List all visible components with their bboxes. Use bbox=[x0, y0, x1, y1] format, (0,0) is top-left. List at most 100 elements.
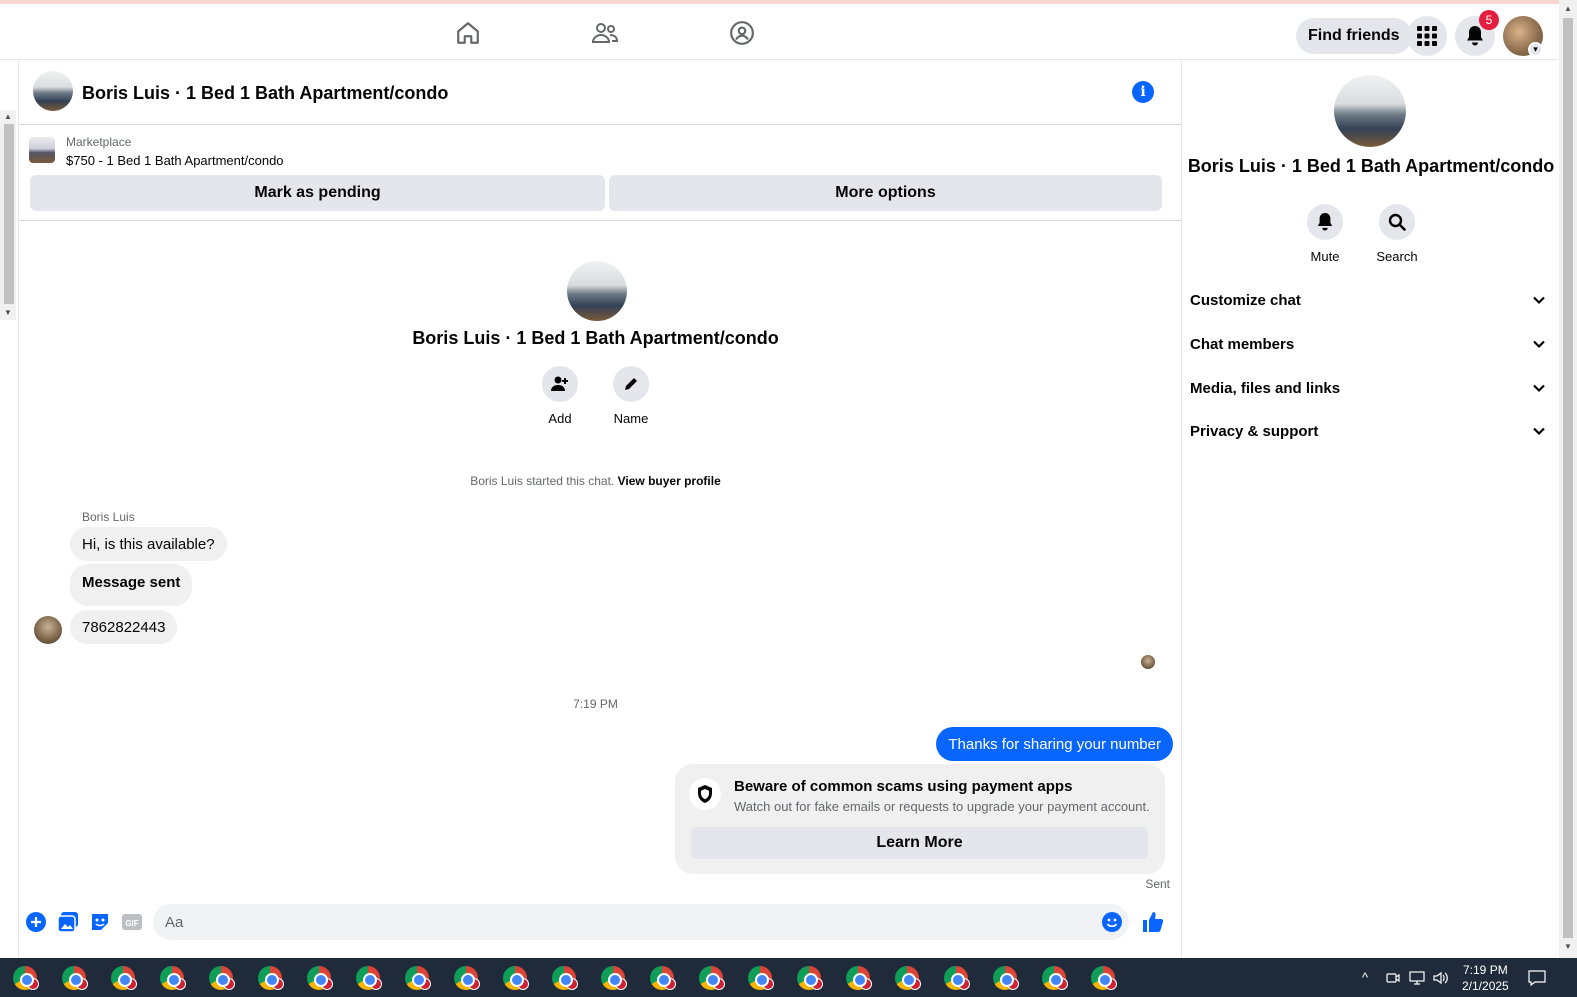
chat-header: Boris Luis · 1 Bed 1 Bath Apartment/cond… bbox=[19, 61, 1181, 125]
photo-icon[interactable] bbox=[57, 911, 79, 933]
chrome-icon[interactable] bbox=[748, 966, 774, 990]
chat-members-section[interactable]: Chat members bbox=[1190, 324, 1546, 364]
chrome-icon[interactable] bbox=[405, 966, 431, 990]
system-clock[interactable]: 7:19 PM 2/1/2025 bbox=[1462, 962, 1509, 994]
chrome-icon[interactable] bbox=[356, 966, 382, 990]
message-composer: GIF bbox=[19, 901, 1181, 951]
chrome-icon[interactable] bbox=[209, 966, 235, 990]
add-member-button[interactable]: Add bbox=[520, 366, 600, 426]
customize-chat-section[interactable]: Customize chat bbox=[1190, 280, 1546, 320]
scroll-up-icon[interactable]: ▲ bbox=[1564, 4, 1572, 13]
chat-title[interactable]: Boris Luis · 1 Bed 1 Bath Apartment/cond… bbox=[82, 83, 448, 104]
conversation-title: Boris Luis · 1 Bed 1 Bath Apartment/cond… bbox=[412, 328, 779, 348]
clock-time: 7:19 PM bbox=[1463, 963, 1508, 977]
shield-icon bbox=[689, 778, 721, 810]
scam-warning-description: Watch out for fake emails or requests to… bbox=[734, 799, 1150, 814]
chrome-icon[interactable] bbox=[62, 966, 88, 990]
chat-scrollbar[interactable]: ▲ ▼ bbox=[0, 110, 16, 320]
name-label: Name bbox=[613, 411, 649, 426]
incoming-message[interactable]: Hi, is this available? bbox=[70, 527, 227, 561]
search-label: Search bbox=[1376, 249, 1418, 264]
thumbs-up-icon[interactable] bbox=[1140, 909, 1166, 935]
edit-name-button[interactable]: Name bbox=[591, 366, 671, 426]
chevron-down-icon bbox=[1533, 384, 1545, 393]
add-person-icon bbox=[551, 376, 568, 391]
meet-now-icon[interactable] bbox=[1386, 958, 1400, 997]
details-avatar bbox=[1334, 75, 1406, 147]
conversation-avatar bbox=[567, 261, 627, 321]
section-label: Customize chat bbox=[1190, 291, 1301, 309]
grid-icon bbox=[1417, 26, 1437, 46]
details-title: Boris Luis · 1 Bed 1 Bath Apartment/cond… bbox=[1187, 156, 1555, 176]
chevron-down-icon[interactable]: ▾ bbox=[1528, 42, 1543, 57]
listing-title[interactable]: $750 - 1 Bed 1 Bath Apartment/condo bbox=[66, 153, 284, 168]
home-icon[interactable] bbox=[453, 18, 483, 48]
sticker-icon[interactable] bbox=[89, 911, 111, 933]
chrome-icon[interactable] bbox=[258, 966, 284, 990]
sender-avatar[interactable] bbox=[34, 616, 62, 644]
gif-icon[interactable]: GIF bbox=[121, 911, 143, 933]
scrollbar-thumb[interactable] bbox=[4, 124, 14, 304]
media-files-links-section[interactable]: Media, files and links bbox=[1190, 368, 1546, 408]
chat-started-notice: Boris Luis started this chat. View buyer… bbox=[19, 474, 1172, 488]
chrome-icon[interactable] bbox=[552, 966, 578, 990]
more-options-button[interactable]: More options bbox=[609, 175, 1162, 211]
chrome-icon[interactable] bbox=[601, 966, 627, 990]
volume-icon[interactable] bbox=[1433, 958, 1449, 997]
chrome-icon[interactable] bbox=[944, 966, 970, 990]
search-button[interactable]: Search bbox=[1362, 204, 1432, 264]
tray-chevron-up-icon[interactable]: ^ bbox=[1362, 958, 1368, 997]
conversation-details-panel: Boris Luis · 1 Bed 1 Bath Apartment/cond… bbox=[1183, 61, 1559, 958]
learn-more-button[interactable]: Learn More bbox=[691, 827, 1148, 859]
top-navigation-bar: Find friends 5 ▾ bbox=[0, 0, 1559, 60]
scroll-down-icon[interactable]: ▼ bbox=[4, 308, 12, 317]
privacy-support-section[interactable]: Privacy & support bbox=[1190, 411, 1546, 451]
plus-icon[interactable] bbox=[25, 911, 47, 933]
find-friends-button[interactable]: Find friends bbox=[1296, 18, 1412, 54]
chrome-icon[interactable] bbox=[454, 966, 480, 990]
chrome-icon[interactable] bbox=[1042, 966, 1068, 990]
outgoing-message[interactable]: Thanks for sharing your number bbox=[936, 727, 1173, 761]
mute-button[interactable]: Mute bbox=[1290, 204, 1360, 264]
incoming-message[interactable]: Message sent bbox=[70, 564, 193, 606]
chat-panel: Boris Luis · 1 Bed 1 Bath Apartment/cond… bbox=[18, 61, 1182, 958]
chrome-icon[interactable] bbox=[895, 966, 921, 990]
started-text: Boris Luis started this chat. bbox=[470, 474, 615, 488]
chrome-icon[interactable] bbox=[699, 966, 725, 990]
message-input[interactable] bbox=[153, 904, 1129, 940]
chevron-down-icon bbox=[1533, 340, 1545, 349]
chrome-icon[interactable] bbox=[160, 966, 186, 990]
chrome-icon[interactable] bbox=[1091, 966, 1117, 990]
bell-icon bbox=[1317, 213, 1333, 231]
mark-as-pending-button[interactable]: Mark as pending bbox=[30, 175, 605, 211]
info-icon[interactable]: i bbox=[1132, 81, 1154, 103]
chrome-icon[interactable] bbox=[111, 966, 137, 990]
mute-label: Mute bbox=[1310, 249, 1340, 264]
listing-thumbnail[interactable] bbox=[29, 137, 55, 163]
scrollbar-thumb[interactable] bbox=[1563, 18, 1573, 938]
notification-center-icon[interactable] bbox=[1528, 958, 1546, 997]
page-scrollbar[interactable]: ▲ ▼ bbox=[1559, 0, 1577, 958]
incoming-message[interactable]: 7862822443 bbox=[70, 610, 178, 644]
scroll-down-icon[interactable]: ▼ bbox=[1564, 942, 1572, 951]
emoji-icon[interactable] bbox=[1101, 911, 1123, 933]
chrome-icon[interactable] bbox=[650, 966, 676, 990]
chrome-icon[interactable] bbox=[13, 966, 39, 990]
section-label: Privacy & support bbox=[1190, 422, 1319, 440]
menu-grid-button[interactable] bbox=[1407, 16, 1447, 56]
chrome-icon[interactable] bbox=[503, 966, 529, 990]
network-icon[interactable] bbox=[1409, 958, 1425, 997]
chrome-icon[interactable] bbox=[993, 966, 1019, 990]
chrome-icon[interactable] bbox=[846, 966, 872, 990]
scroll-up-icon[interactable]: ▲ bbox=[4, 112, 12, 121]
chat-avatar[interactable] bbox=[33, 71, 73, 111]
chevron-down-icon bbox=[1533, 427, 1545, 436]
groups-icon[interactable] bbox=[727, 18, 757, 48]
section-label: Chat members bbox=[1190, 335, 1295, 353]
friends-icon[interactable] bbox=[590, 18, 620, 48]
view-buyer-profile-link[interactable]: View buyer profile bbox=[618, 474, 721, 488]
app-root: Find friends 5 ▾ ▲ ▼ Boris Luis · 1 Bed … bbox=[0, 0, 1577, 997]
chrome-icon[interactable] bbox=[307, 966, 333, 990]
section-label: Media, files and links bbox=[1190, 379, 1341, 397]
chrome-icon[interactable] bbox=[797, 966, 823, 990]
